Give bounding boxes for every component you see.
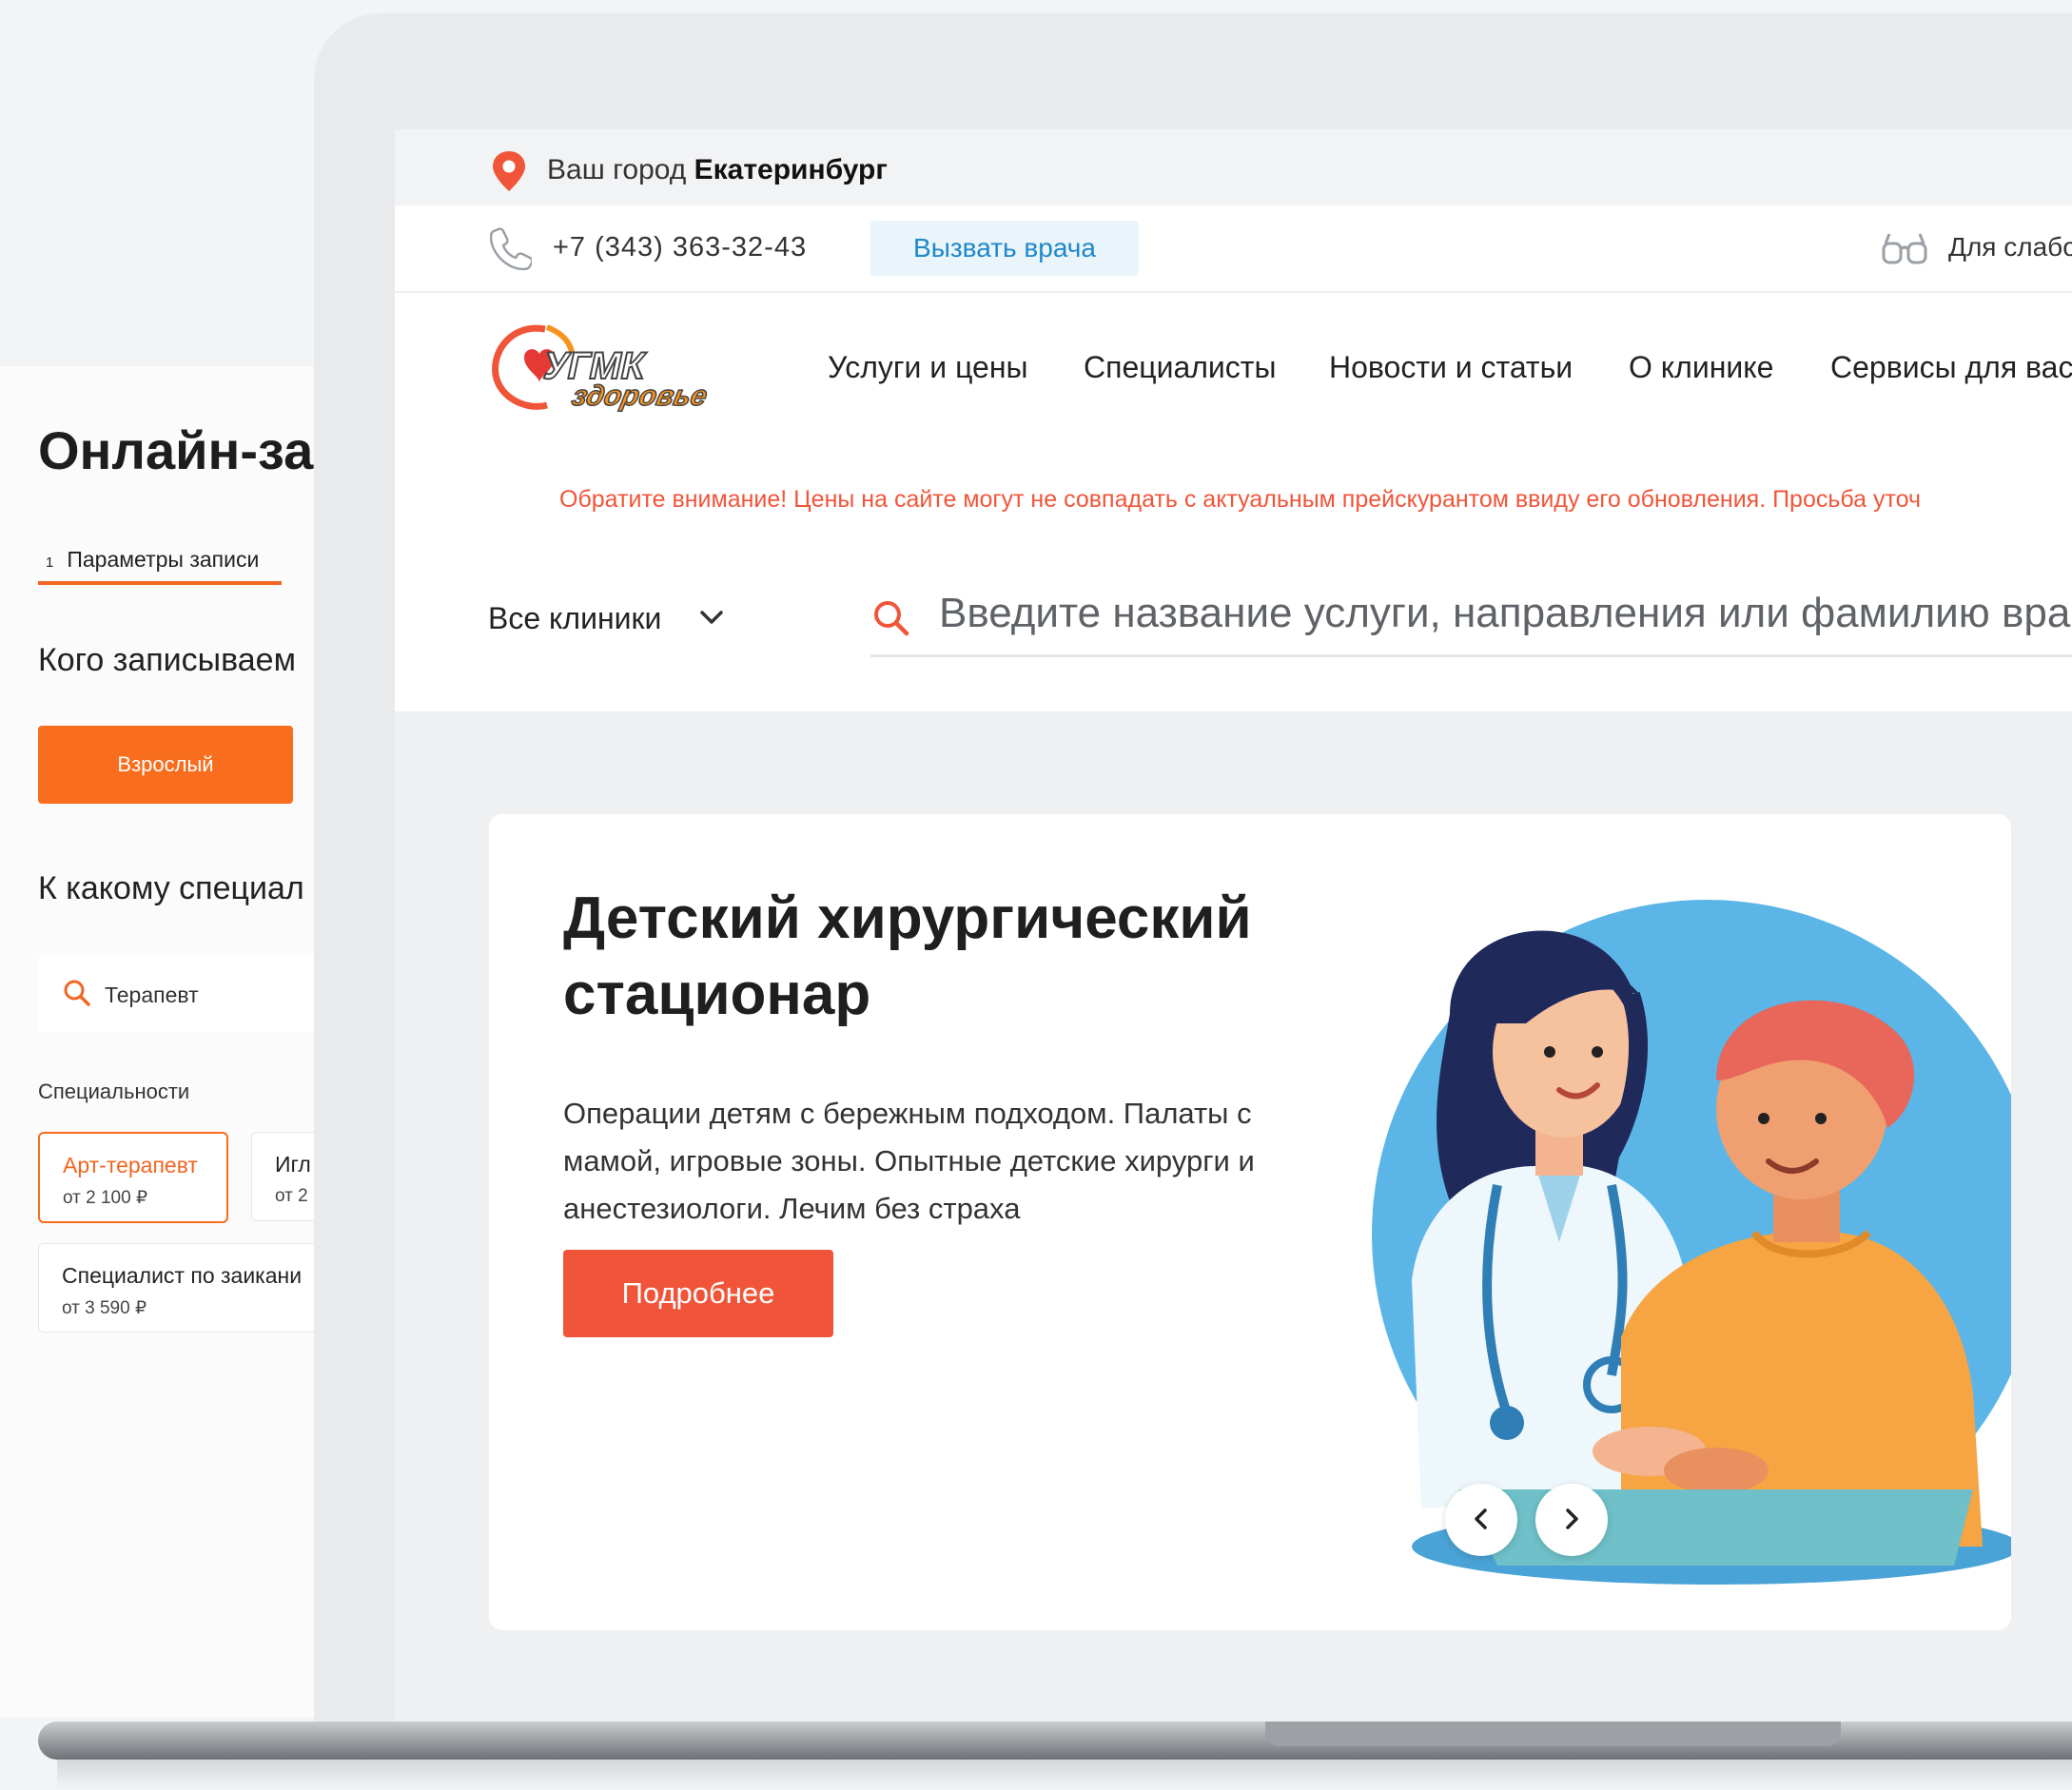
city-bar: Ваш город Екатеринбург — [395, 129, 2072, 205]
logo-text-bottom: здоровье — [569, 380, 710, 412]
specialty-name: Специалист по заикани — [62, 1263, 303, 1288]
city-label: Ваш город — [547, 154, 687, 185]
city-selector[interactable]: Ваш город Екатеринбург — [547, 154, 888, 186]
adult-button[interactable]: Взрослый — [38, 726, 293, 804]
hero-title-line2: стационар — [563, 962, 871, 1027]
laptop-screen: Ваш город Екатеринбург +7 (343) 363-32-4… — [395, 129, 2072, 1723]
call-doctor-button[interactable]: Вызвать врача — [870, 221, 1139, 276]
search-row: Все клиники — [395, 483, 2072, 711]
doctor-child-illustration — [1307, 881, 2011, 1589]
nav-services-for-you[interactable]: Сервисы для вас — [1830, 350, 2072, 385]
specialist-search[interactable] — [38, 956, 342, 1032]
main-navbar: УГМК здоровье Услуги и цены Специалисты … — [395, 293, 2072, 483]
specialist-search-input[interactable] — [103, 973, 335, 1017]
specialty-card-art-therapist[interactable]: Арт-терапевт от 2 100 ₽ — [38, 1132, 228, 1223]
specialty-price: от 3 590 ₽ — [62, 1298, 147, 1318]
hero-text: Операции детям с бережным подходом. Пала… — [563, 1097, 1255, 1225]
chevron-down-icon — [697, 603, 726, 639]
step-active-underline — [38, 581, 282, 585]
step-number: 1 — [46, 555, 54, 571]
booking-title: Онлайн-за — [38, 420, 314, 480]
accessibility-link[interactable]: Для слабо — [1948, 232, 2072, 263]
hero-title-line1: Детский хирургический — [563, 885, 1252, 951]
nav-about[interactable]: О клинике — [1629, 350, 1773, 385]
phone-icon — [489, 226, 534, 275]
step-tab-params[interactable]: 1 Параметры записи — [46, 547, 259, 573]
nav-news[interactable]: Новости и статьи — [1329, 350, 1573, 385]
specialty-name: Арт-терапевт — [63, 1153, 198, 1177]
map-pin-icon — [490, 149, 528, 198]
phone-number[interactable]: +7 (343) 363-32-43 — [553, 232, 807, 263]
step-label: Параметры записи — [67, 547, 260, 572]
who-question: Кого записываем — [38, 642, 296, 678]
specialty-card-stutter[interactable]: Специалист по заикани от 3 590 ₽ — [38, 1243, 354, 1333]
site-search[interactable] — [870, 574, 2072, 657]
nav-specialists[interactable]: Специалисты — [1084, 350, 1276, 385]
clinic-select-value: Все клиники — [488, 601, 662, 635]
chevron-right-icon — [1559, 1507, 1584, 1534]
glasses-icon — [1881, 230, 1928, 273]
booking-panel: Онлайн-за 1 Параметры записи Кого записыв… — [0, 366, 354, 1717]
more-button[interactable]: Подробнее — [563, 1250, 833, 1337]
specialties-label: Специальности — [38, 1080, 190, 1103]
site-search-input[interactable] — [937, 584, 2072, 643]
specialty-name: Игл — [275, 1152, 311, 1177]
chevron-left-icon — [1469, 1507, 1494, 1534]
nav-services[interactable]: Услуги и цены — [828, 350, 1028, 385]
prev-slide-button[interactable] — [1445, 1484, 1517, 1556]
next-slide-button[interactable] — [1535, 1484, 1608, 1556]
contact-bar: +7 (343) 363-32-43 Вызвать врача Для сла… — [395, 205, 2072, 293]
hero-banner: Детский хирургический стационар Операции … — [489, 814, 2011, 1630]
laptop-notch — [1265, 1722, 1841, 1746]
city-name: Екатеринбург — [694, 154, 888, 185]
price-notice: Обратите внимание! Цены на сайте могут н… — [559, 486, 1922, 513]
specialist-question: К какому специал — [38, 870, 304, 906]
specialty-price: от 2 100 ₽ — [63, 1188, 148, 1208]
logo[interactable]: УГМК здоровье — [486, 320, 745, 419]
search-icon — [872, 599, 910, 642]
hero-title: Детский хирургический стационар — [563, 881, 1419, 1033]
specialty-price: от 2 — [275, 1186, 308, 1206]
clinic-select[interactable]: Все клиники — [488, 601, 723, 636]
laptop-shadow — [57, 1760, 2072, 1790]
search-icon — [63, 979, 91, 1012]
